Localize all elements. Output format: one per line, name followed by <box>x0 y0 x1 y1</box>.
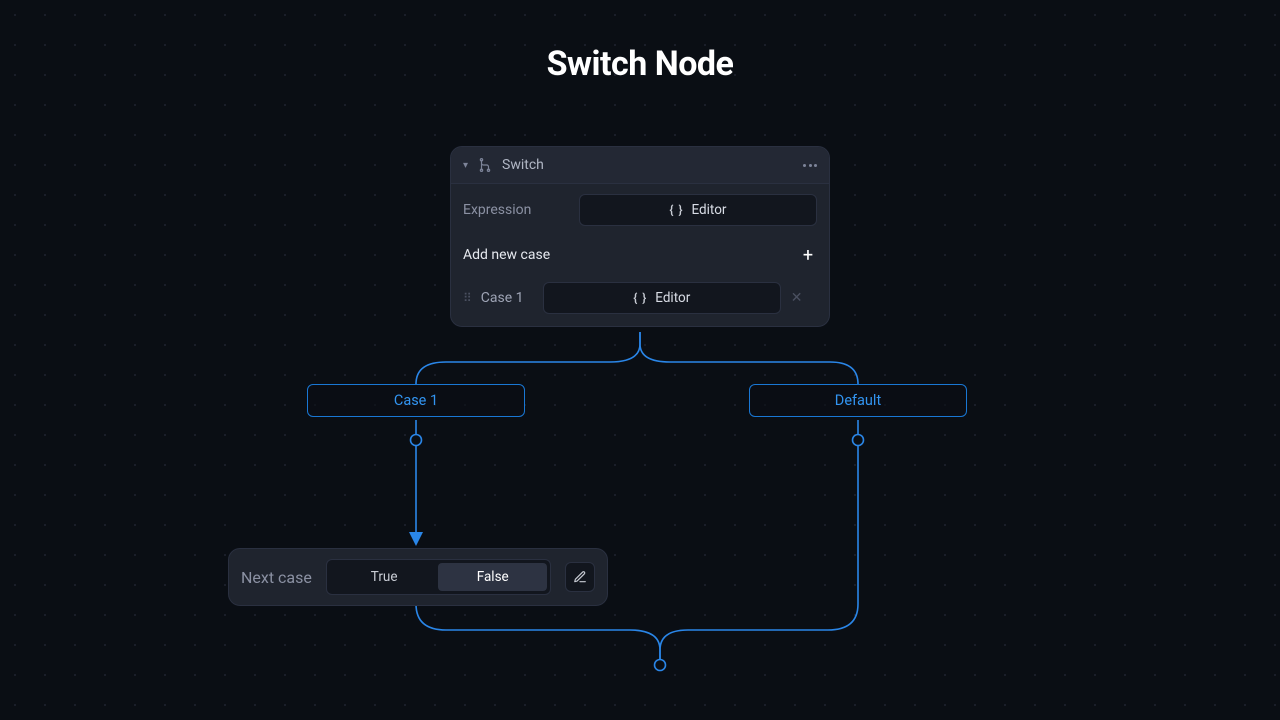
next-case-false-option[interactable]: False <box>438 563 547 591</box>
connectors-svg <box>0 0 1280 720</box>
next-case-segmented: True False <box>326 559 551 595</box>
editor-button-label: Editor <box>691 202 726 218</box>
close-icon[interactable]: ✕ <box>791 290 803 306</box>
add-case-row: Add new case + <box>451 236 829 274</box>
pencil-icon[interactable] <box>565 562 595 592</box>
chevron-down-icon[interactable]: ▾ <box>463 160 468 171</box>
switch-node-card: ▾ Switch Expression { } Editor Add new c… <box>450 146 830 327</box>
node-header: ▾ Switch <box>451 147 829 184</box>
expression-editor-button[interactable]: { } Editor <box>579 194 817 226</box>
branch-icon <box>478 158 492 172</box>
next-case-panel: Next case True False <box>228 548 608 606</box>
expression-row: Expression { } Editor <box>451 184 829 236</box>
outlet-case1[interactable]: Case 1 <box>307 384 525 417</box>
outlet-default[interactable]: Default <box>749 384 967 417</box>
braces-icon: { } <box>633 291 647 305</box>
drag-handle-icon[interactable]: ⠿ <box>463 291 471 305</box>
case-row: ⠿ Case 1 { } Editor ✕ <box>451 274 829 326</box>
plus-icon[interactable]: + <box>799 246 817 264</box>
kebab-menu-icon[interactable] <box>803 164 817 167</box>
node-title-text: Switch <box>502 157 544 173</box>
next-case-true-option[interactable]: True <box>330 563 439 591</box>
case-editor-button[interactable]: { } Editor <box>543 282 781 314</box>
editor-button-label: Editor <box>655 290 690 306</box>
expression-label: Expression <box>463 202 531 218</box>
add-case-label: Add new case <box>463 247 550 263</box>
case-name-label: Case 1 <box>481 290 533 306</box>
next-case-label: Next case <box>241 568 312 587</box>
braces-icon: { } <box>670 203 684 217</box>
dot-grid-background <box>0 0 1280 720</box>
page-title: Switch Node <box>0 44 1280 84</box>
